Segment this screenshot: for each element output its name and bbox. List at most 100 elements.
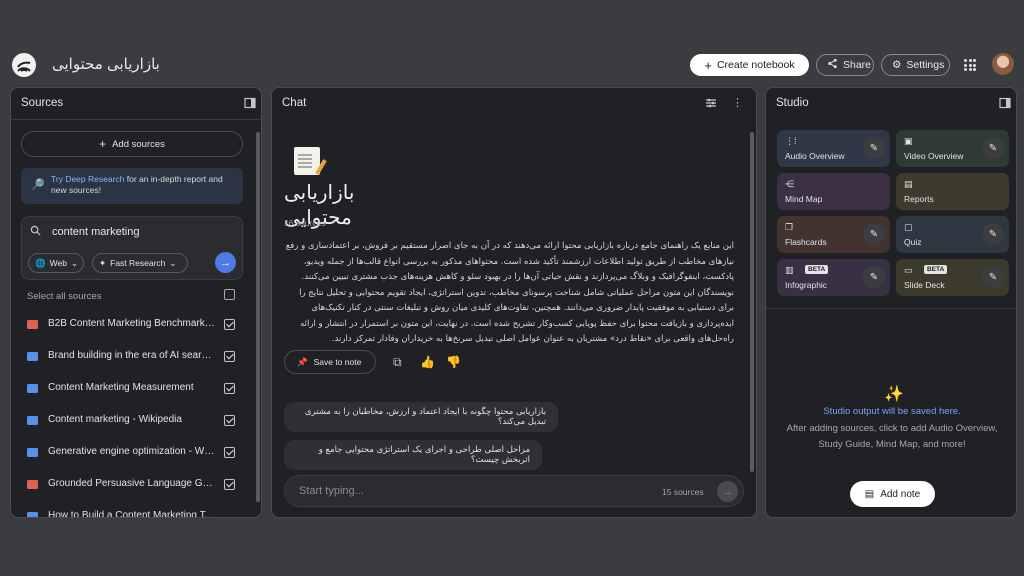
pdf-icon <box>27 320 38 329</box>
source-checkbox[interactable] <box>224 319 235 330</box>
reports-tile[interactable]: ▤ Reports <box>896 173 1009 210</box>
settings-button[interactable]: ⚙ Settings <box>881 54 950 76</box>
select-all-label: Select all sources <box>27 291 102 302</box>
source-checkbox[interactable] <box>224 415 235 426</box>
send-button[interactable]: → <box>717 481 738 502</box>
edit-icon[interactable]: ✎ <box>982 266 1004 288</box>
deep-research-icon: 🔎 <box>31 179 45 191</box>
slide-deck-tile[interactable]: ▭ BETA Slide Deck ✎ <box>896 259 1009 296</box>
pin-icon: 📌 <box>297 356 308 367</box>
mind-map-icon: ⋲ <box>785 179 794 189</box>
tune-icon[interactable] <box>704 97 717 110</box>
notebook-summary: این منابع یک راهنمای جامع درباره بازاریا… <box>285 241 734 344</box>
copy-icon[interactable]: ⧉ <box>393 355 402 370</box>
thumbs-down-icon[interactable]: 👎 <box>446 355 461 369</box>
share-label: Share <box>843 59 872 71</box>
collapse-panel-icon[interactable] <box>998 97 1011 110</box>
source-item[interactable]: How to Build a Content Marketing Tea... <box>11 505 251 517</box>
quiz-tile[interactable]: ▢ Quiz ✎ <box>896 216 1009 253</box>
notebooklm-logo-icon[interactable] <box>12 53 36 77</box>
top-bar: بازاریابی محتوایی + Create notebook Shar… <box>0 44 1024 86</box>
source-item[interactable]: Content marketing - Wikipedia <box>11 409 251 433</box>
notebook-title[interactable]: بازاریابی محتوایی <box>52 55 160 73</box>
studio-output-title: Studio output will be saved here. <box>823 406 961 417</box>
edit-icon[interactable]: ✎ <box>863 266 885 288</box>
plus-icon: + <box>704 57 712 73</box>
select-all-checkbox[interactable] <box>224 289 235 300</box>
source-checkbox[interactable] <box>224 447 235 458</box>
audio-wave-icon: ⋮⁞ <box>785 136 797 146</box>
avatar[interactable] <box>992 53 1014 75</box>
source-label: Generative engine optimization - Wiki... <box>48 446 216 457</box>
suggested-question[interactable]: مراحل اصلی طراحی و اجرای یک استراتژی محت… <box>284 440 542 470</box>
deep-research-link[interactable]: Try Deep Research <box>51 174 124 184</box>
infographic-tile[interactable]: ▥ BETA Infographic ✎ <box>777 259 890 296</box>
flashcards-tile[interactable]: ❐ Flashcards ✎ <box>777 216 890 253</box>
mind-map-tile[interactable]: ⋲ Mind Map <box>777 173 890 210</box>
memo-icon <box>294 147 320 175</box>
source-checkbox[interactable] <box>224 351 235 362</box>
settings-label: Settings <box>906 59 945 71</box>
tile-label: Flashcards <box>785 237 827 247</box>
gear-icon: ⚙ <box>892 59 902 71</box>
save-to-note-button[interactable]: 📌 Save to note <box>284 350 376 374</box>
web-page-icon <box>27 384 38 393</box>
chat-panel: Chat ⋮ بازاریابی محتوایی 16 sources این … <box>271 87 757 518</box>
chat-input[interactable]: Start typing... <box>299 485 364 497</box>
source-search-box: content marketing 🌐 Web ⌄ ✦ Fast Researc… <box>21 216 243 280</box>
magic-wand-icon: ✨ <box>884 386 904 403</box>
source-item[interactable]: Generative engine optimization - Wiki... <box>11 441 251 465</box>
chat-scrollbar[interactable] <box>750 132 754 472</box>
source-item[interactable]: Content Marketing Measurement <box>11 377 251 401</box>
tile-label: Slide Deck <box>904 280 945 290</box>
edit-icon[interactable]: ✎ <box>863 223 885 245</box>
source-checkbox[interactable] <box>224 383 235 394</box>
deep-research-banner: 🔎 Try Deep Research for an in-depth repo… <box>21 168 243 204</box>
globe-icon: 🌐 <box>35 257 46 268</box>
chat-input-box[interactable]: Start typing... 15 sources → <box>284 475 744 507</box>
source-label: Content marketing - Wikipedia <box>48 414 182 425</box>
fast-research-label: Fast Research <box>110 258 166 268</box>
edit-icon[interactable]: ✎ <box>982 137 1004 159</box>
sources-title: Sources <box>21 97 64 109</box>
create-notebook-button[interactable]: + Create notebook <box>690 54 809 76</box>
divider <box>766 308 1016 309</box>
collapse-panel-icon[interactable] <box>243 97 256 110</box>
search-icon <box>30 225 41 239</box>
source-label: Brand building in the era of AI search:.… <box>48 350 216 361</box>
submit-search-button[interactable]: → <box>215 252 236 273</box>
note-icon: ▤ <box>864 488 875 500</box>
edit-icon[interactable]: ✎ <box>863 137 885 159</box>
share-button[interactable]: Share <box>816 54 874 76</box>
source-item[interactable]: Brand building in the era of AI search:.… <box>11 345 251 369</box>
source-item[interactable]: B2B Content Marketing Benchmarks, ... <box>11 313 251 337</box>
edit-icon[interactable]: ✎ <box>982 223 1004 245</box>
infographic-icon: ▥ <box>785 265 794 275</box>
apps-grid-icon[interactable] <box>964 59 976 71</box>
source-count: 16 sources <box>284 218 326 228</box>
source-checkbox[interactable] <box>224 479 235 490</box>
research-mode-dropdown[interactable]: ✦ Fast Research ⌄ <box>92 253 188 273</box>
chevron-down-icon: ⌄ <box>169 257 177 268</box>
search-input[interactable]: content marketing <box>52 226 139 238</box>
sources-scrollbar[interactable] <box>256 132 260 502</box>
source-item[interactable]: Grounded Persuasive Language Gene... <box>11 473 251 497</box>
tile-label: Audio Overview <box>785 151 845 161</box>
thumbs-up-icon[interactable]: 👍 <box>420 355 435 369</box>
studio-panel: Studio ⋮⁞ Audio Overview ✎ ▣ Video Overv… <box>765 87 1017 518</box>
video-overview-tile[interactable]: ▣ Video Overview ✎ <box>896 130 1009 167</box>
add-note-label: Add note <box>880 488 921 500</box>
sources-panel: Sources + Add sources 🔎 Try Deep Researc… <box>10 87 262 518</box>
create-notebook-label: Create notebook <box>716 59 795 71</box>
add-note-button[interactable]: ▤ Add note <box>850 481 935 507</box>
studio-output-description: After adding sources, click to add Audio… <box>786 423 998 450</box>
web-page-icon <box>27 448 38 457</box>
suggested-question[interactable]: بازاریابی محتوا چگونه با ایجاد اعتماد و … <box>284 402 558 432</box>
chat-title: Chat <box>282 97 307 109</box>
add-sources-button[interactable]: + Add sources <box>21 131 243 157</box>
web-page-icon <box>27 512 38 517</box>
web-source-dropdown[interactable]: 🌐 Web ⌄ <box>28 253 84 273</box>
beta-badge: BETA <box>924 265 948 274</box>
audio-overview-tile[interactable]: ⋮⁞ Audio Overview ✎ <box>777 130 890 167</box>
more-vert-icon[interactable]: ⋮ <box>731 97 744 110</box>
